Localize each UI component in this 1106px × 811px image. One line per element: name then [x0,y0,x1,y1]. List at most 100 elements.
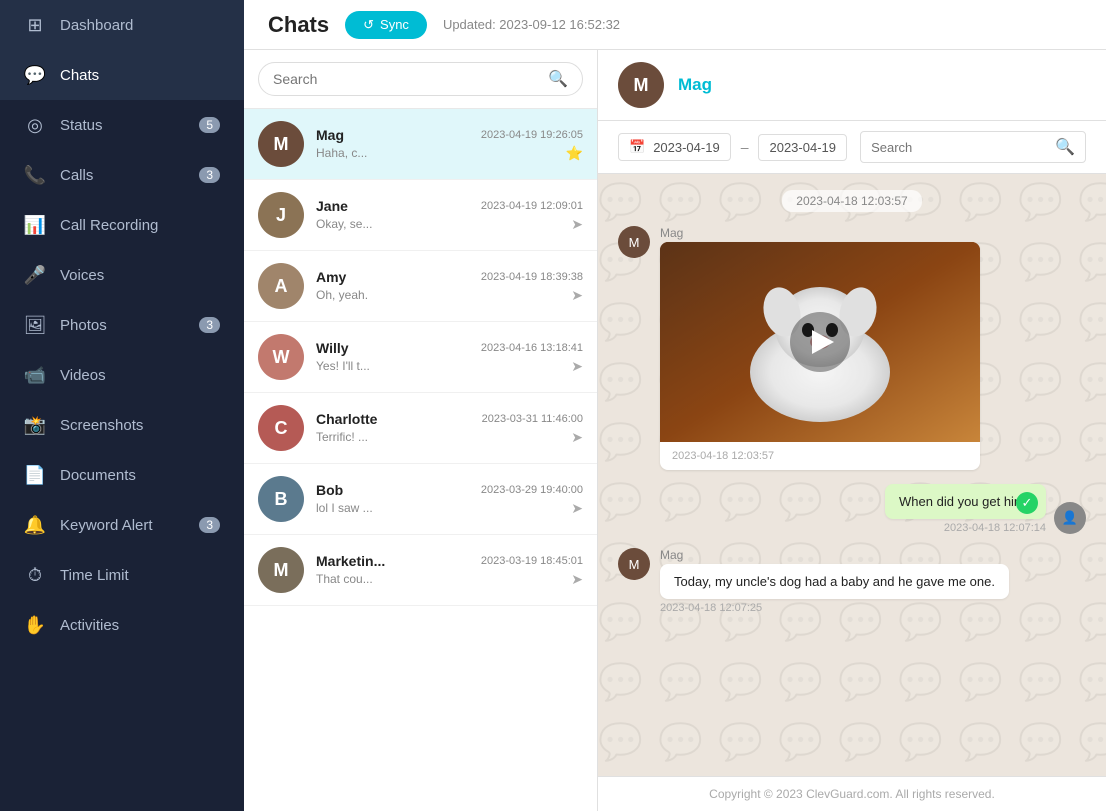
sidebar-label-screenshots: Screenshots [60,417,143,434]
sidebar-item-voices[interactable]: 🎤 Voices [0,250,244,300]
chat-info-bob: Bob 2023-03-29 19:40:00 lol I saw ... ➤ [316,482,583,517]
sidebar-item-chats[interactable]: 💬 Chats [0,50,244,100]
chat-arrow-jane: ➤ [571,216,583,233]
chat-detail-header: M Mag [598,50,1106,121]
sidebar-label-photos: Photos [60,317,107,334]
chat-name-row-charlotte: Charlotte 2023-03-31 11:46:00 [316,411,583,427]
whatsapp-icon: ✓ [1016,492,1038,514]
chat-time-jane: 2023-04-19 12:09:01 [481,200,583,212]
chat-search-box: 🔍 [244,50,597,109]
chat-item-bob[interactable]: B Bob 2023-03-29 19:40:00 lol I saw ... … [244,464,597,535]
message-received-text: M Mag Today, my uncle's dog had a baby a… [618,548,1086,614]
chat-arrow-willy: ➤ [571,358,583,375]
chat-preview-mag: Haha, c... ⭐ [316,145,583,162]
msg-bubble-received: Today, my uncle's dog had a baby and he … [660,564,1009,599]
sidebar-item-calls[interactable]: 📞 Calls 3 [0,150,244,200]
date-field[interactable]: 📅 2023-04-19 [618,133,731,161]
chat-name-row-amy: Amy 2023-04-19 18:39:38 [316,269,583,285]
search-icon: 🔍 [548,69,568,89]
chat-item-marketing[interactable]: M Marketin... 2023-03-19 18:45:01 That c… [244,535,597,606]
chat-info-marketing: Marketin... 2023-03-19 18:45:01 That cou… [316,553,583,588]
badge-status: 5 [199,117,220,133]
chat-name-row-willy: Willy 2023-04-16 13:18:41 [316,340,583,356]
msg-bubble-sent: When did you get him? ✓ [885,484,1046,519]
time-badge: 2023-04-18 12:03:57 [782,190,921,212]
detail-search-input[interactable] [871,140,1047,155]
chat-arrow-amy: ➤ [571,287,583,304]
keyword-alert-icon: 🔔 [24,514,46,536]
msg-text: When did you get him? [899,494,1032,509]
sidebar-label-documents: Documents [60,467,136,484]
msg-time-received: 2023-04-18 12:07:25 [660,602,1009,614]
screenshots-icon: 📸 [24,414,46,436]
image-placeholder [660,242,980,442]
sent-avatar: 👤 [1054,502,1086,534]
msg-sender-label-2: Mag [660,548,1009,562]
detail-search-box: 🔍 [860,131,1086,163]
chat-preview-charlotte: Terrific! ... ➤ [316,429,583,446]
chat-preview-bob: lol I saw ... ➤ [316,500,583,517]
avatar-amy: A [258,263,304,309]
chat-time-bob: 2023-03-29 19:40:00 [481,484,583,496]
message-sent: When did you get him? ✓ 2023-04-18 12:07… [618,484,1086,534]
sidebar-item-dashboard[interactable]: ⊞ Dashboard [0,0,244,50]
chat-time-mag: 2023-04-19 19:26:05 [481,129,583,141]
sidebar-item-keyword-alert[interactable]: 🔔 Keyword Alert 3 [0,500,244,550]
chat-item-jane[interactable]: J Jane 2023-04-19 12:09:01 Okay, se... ➤ [244,180,597,251]
preview-text-bob: lol I saw ... [316,501,373,515]
page-title: Chats [268,12,329,38]
badge-keyword-alert: 3 [199,517,220,533]
chat-time-willy: 2023-04-16 13:18:41 [481,342,583,354]
preview-text-charlotte: Terrific! ... [316,430,368,444]
preview-text-marketing: That cou... [316,572,373,586]
chat-item-mag[interactable]: M Mag 2023-04-19 19:26:05 Haha, c... ⭐ [244,109,597,180]
msg-image-bubble[interactable]: 2023-04-18 12:03:57 [660,242,980,470]
msg-avatar-2: M [618,548,650,580]
chats-icon: 💬 [24,64,46,86]
header: Chats ↺ Sync Updated: 2023-09-12 16:52:3… [244,0,1106,50]
preview-text-mag: Haha, c... [316,146,367,160]
sidebar-item-call-recording[interactable]: 📊 Call Recording [0,200,244,250]
chat-detail-panel: M Mag 📅 2023-04-19 – 2023-04-19 🔍 [598,50,1106,811]
sync-button[interactable]: ↺ Sync [345,11,427,39]
date-to-field[interactable]: 2023-04-19 [758,134,847,161]
avatar-marketing: M [258,547,304,593]
chat-item-charlotte[interactable]: C Charlotte 2023-03-31 11:46:00 Terrific… [244,393,597,464]
sidebar-item-time-limit[interactable]: ⏱ Time Limit [0,550,244,600]
date-filter: 📅 2023-04-19 – 2023-04-19 🔍 [598,121,1106,174]
avatar-jane: J [258,192,304,238]
chat-name-charlotte: Charlotte [316,411,377,427]
chat-name-row-marketing: Marketin... 2023-03-19 18:45:01 [316,553,583,569]
calls-icon: 📞 [24,164,46,186]
sidebar-item-documents[interactable]: 📄 Documents [0,450,244,500]
sidebar-label-videos: Videos [60,367,106,384]
dashboard-icon: ⊞ [24,14,46,36]
status-icon: ◎ [24,114,46,136]
chat-info-mag: Mag 2023-04-19 19:26:05 Haha, c... ⭐ [316,127,583,162]
chat-search-input[interactable] [273,71,540,87]
preview-text-amy: Oh, yeah. [316,288,368,302]
chat-preview-jane: Okay, se... ➤ [316,216,583,233]
sidebar-label-keyword-alert: Keyword Alert [60,517,153,534]
preview-text-willy: Yes! I'll t... [316,359,370,373]
chat-item-amy[interactable]: A Amy 2023-04-19 18:39:38 Oh, yeah. ➤ [244,251,597,322]
avatar-bob: B [258,476,304,522]
sidebar-item-photos[interactable]: 🖼 Photos 3 [0,300,244,350]
activities-icon: ✋ [24,614,46,636]
chat-time-marketing: 2023-03-19 18:45:01 [481,555,583,567]
chat-item-willy[interactable]: W Willy 2023-04-16 13:18:41 Yes! I'll t.… [244,322,597,393]
sidebar-item-screenshots[interactable]: 📸 Screenshots [0,400,244,450]
chat-name-amy: Amy [316,269,346,285]
updated-text: Updated: 2023-09-12 16:52:32 [443,17,620,32]
sidebar-item-videos[interactable]: 📹 Videos [0,350,244,400]
chat-info-jane: Jane 2023-04-19 12:09:01 Okay, se... ➤ [316,198,583,233]
sidebar-label-call-recording: Call Recording [60,217,158,234]
msg-avatar: M [618,226,650,258]
chat-name-jane: Jane [316,198,348,214]
sidebar-item-activities[interactable]: ✋ Activities [0,600,244,650]
avatar-charlotte: C [258,405,304,451]
sidebar-item-status[interactable]: ◎ Status 5 [0,100,244,150]
chat-arrow-mag: ⭐ [566,145,583,162]
footer-text: Copyright © 2023 ClevGuard.com. All righ… [709,787,995,801]
chat-info-amy: Amy 2023-04-19 18:39:38 Oh, yeah. ➤ [316,269,583,304]
